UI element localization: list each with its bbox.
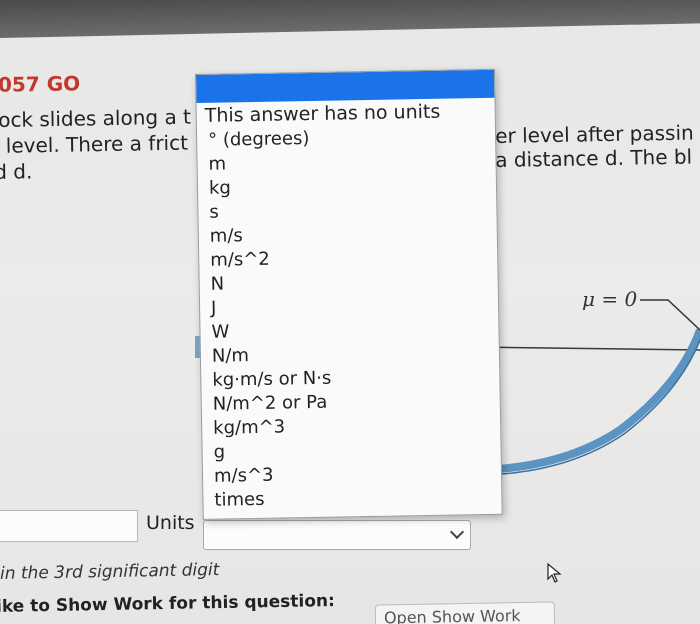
sigfig-note: in the 3rd significant digit <box>0 560 220 584</box>
mu-arrow <box>640 299 700 331</box>
page: 057 GO ock slides along a t - level. The… <box>0 0 700 624</box>
answer-value-input[interactable] <box>0 510 138 542</box>
open-show-work-button[interactable]: Open Show Work <box>374 601 556 624</box>
friction-label: μ = 0 <box>582 287 638 311</box>
mouse-cursor-icon <box>547 562 562 583</box>
track-edge <box>469 337 700 476</box>
units-options: This answer has no units ° (degrees) m k… <box>197 98 502 513</box>
upper-level-line <box>474 346 700 351</box>
chevron-down-icon[interactable] <box>449 524 465 540</box>
track-curve <box>469 328 700 474</box>
units-select[interactable] <box>203 520 471 550</box>
units-label: Units <box>146 512 195 534</box>
units-dropdown-list[interactable]: This answer has no units ° (degrees) m k… <box>195 68 503 520</box>
unit-option[interactable]: times <box>203 484 501 513</box>
